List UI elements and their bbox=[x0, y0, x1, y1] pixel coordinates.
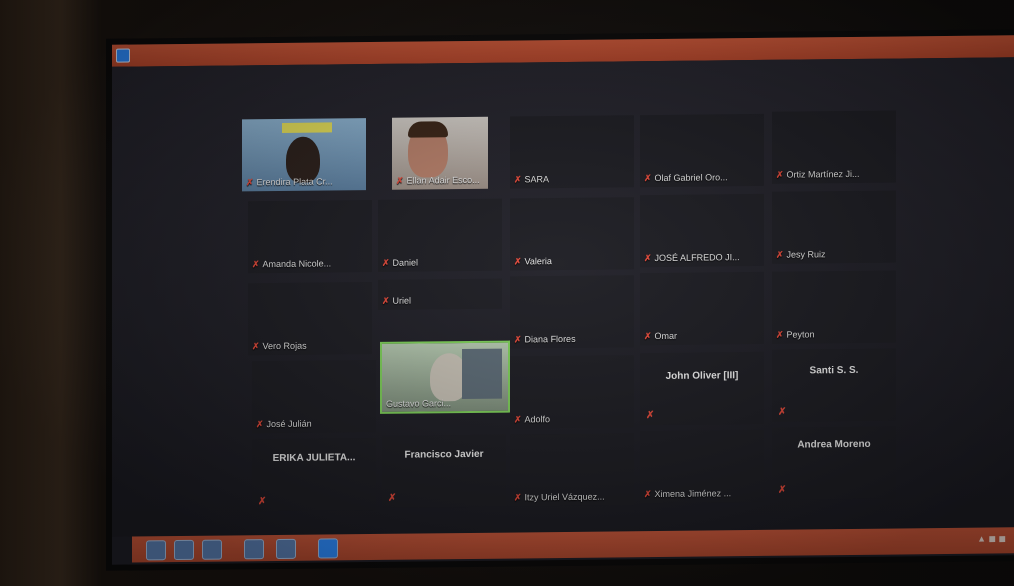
participant-tile[interactable]: ✗ Jesy Ruiz bbox=[772, 190, 896, 264]
participant-tile[interactable]: Santi S. S. ✗ bbox=[772, 348, 896, 422]
taskbar-app-icon[interactable] bbox=[276, 538, 296, 560]
mic-muted-icon: ✗ bbox=[514, 492, 522, 503]
mic-muted-icon: ✗ bbox=[252, 341, 260, 352]
taskbar-app-icon[interactable] bbox=[202, 539, 222, 560]
mic-muted-icon: ✗ bbox=[514, 414, 522, 425]
participant-name: Gustavo Garci... bbox=[386, 398, 452, 409]
participant-name: ✗ José Julián bbox=[256, 418, 312, 430]
mic-muted-icon: ✗ bbox=[514, 174, 522, 185]
participant-tile[interactable]: ✗ Olaf Gabriel Oro... bbox=[640, 113, 764, 188]
participant-name: ✗ Omar bbox=[644, 330, 678, 342]
mic-muted-icon: ✗ bbox=[778, 484, 787, 496]
mic-muted-icon: ✗ bbox=[776, 249, 784, 260]
mic-muted-icon: ✗ bbox=[514, 334, 522, 345]
taskbar-app-icon[interactable] bbox=[244, 539, 264, 560]
mic-muted-icon: ✗ bbox=[776, 329, 784, 340]
participant-name: ✗ Jesy Ruiz bbox=[776, 249, 826, 260]
participant-tile[interactable]: ✗ Amanda Nicole... bbox=[248, 200, 372, 274]
hair bbox=[408, 121, 448, 138]
participant-tile[interactable]: ✗ Peyton bbox=[772, 270, 896, 344]
participant-name: ✗ Ximena Jiménez ... bbox=[644, 488, 732, 500]
participant-name: John Oliver [III] bbox=[665, 370, 739, 382]
mic-muted-icon: ✗ bbox=[644, 173, 652, 184]
participant-tile[interactable]: ✗ Ortiz Martínez Ji... bbox=[772, 110, 896, 184]
participant-tile[interactable]: ✗ Vero Rojas bbox=[248, 282, 372, 356]
background-object bbox=[462, 348, 502, 400]
participant-tile[interactable]: Andrea Moreno ✗ bbox=[772, 426, 896, 500]
mic-muted-icon: ✗ bbox=[778, 406, 787, 418]
participant-name: ✗ Uriel bbox=[382, 295, 412, 306]
system-tray[interactable]: ▲ ◼ ◼ bbox=[977, 533, 1006, 544]
participant-name: ✗ Erendira Plata Cr... bbox=[246, 176, 333, 188]
participant-name: Francisco Javier bbox=[404, 448, 484, 461]
mic-muted-icon: ✗ bbox=[246, 177, 254, 188]
participant-name: ✗ Amanda Nicole... bbox=[252, 258, 332, 270]
participant-tile[interactable]: ✗ Valeria bbox=[510, 197, 634, 271]
mic-muted-icon: ✗ bbox=[382, 295, 390, 306]
mic-muted-icon: ✗ bbox=[644, 489, 652, 500]
participant-tile[interactable]: ✗ José Julián bbox=[252, 359, 376, 434]
mic-muted-icon: ✗ bbox=[388, 492, 397, 504]
participant-tile[interactable]: ✗ Adolfo bbox=[510, 355, 634, 429]
participant-name: ✗ Ortiz Martínez Ji... bbox=[776, 168, 860, 180]
participant-name: ✗ Daniel bbox=[382, 257, 419, 268]
participant-tile[interactable]: ✗ Itzy Uriel Vázquez... bbox=[510, 433, 634, 507]
video-tile[interactable]: ✗ Ellan Adair Esco... bbox=[392, 116, 488, 190]
participant-tile[interactable]: ERIKA JULIETA... ✗ bbox=[252, 437, 376, 512]
mic-muted-icon: ✗ bbox=[252, 259, 260, 270]
mic-muted-icon: ✗ bbox=[776, 169, 784, 180]
active-speaker-tile[interactable]: Gustavo Garci... bbox=[380, 340, 510, 414]
mic-muted-icon: ✗ bbox=[396, 175, 404, 186]
participant-tile[interactable]: ✗ Daniel bbox=[378, 198, 502, 272]
participant-name: ERIKA JULIETA... bbox=[272, 452, 356, 465]
zoom-taskbar-icon[interactable] bbox=[318, 538, 338, 559]
participant-name: ✗ JOSÉ ALFREDO JI... bbox=[644, 252, 740, 264]
participant-tile[interactable]: Francisco Javier ✗ bbox=[382, 434, 506, 508]
participant-name: ✗ Valeria bbox=[514, 256, 552, 267]
participant-name: Andrea Moreno bbox=[797, 438, 871, 451]
start-button-icon[interactable] bbox=[146, 540, 166, 561]
participant-name: ✗ Olaf Gabriel Oro... bbox=[644, 172, 728, 184]
participant-tile[interactable]: ✗ SARA bbox=[510, 115, 634, 189]
participant-tile[interactable]: ✗ JOSÉ ALFREDO JI... bbox=[640, 193, 764, 268]
video-tile[interactable]: ✗ Erendira Plata Cr... bbox=[242, 118, 366, 192]
mic-muted-icon: ✗ bbox=[256, 419, 264, 430]
mic-muted-icon: ✗ bbox=[644, 253, 652, 264]
mic-muted-icon: ✗ bbox=[646, 410, 655, 422]
background-banner bbox=[282, 122, 332, 133]
participant-tile[interactable]: ✗ Diana Flores bbox=[510, 275, 634, 349]
zoom-icon bbox=[116, 48, 130, 63]
mic-muted-icon: ✗ bbox=[644, 331, 652, 342]
participant-name: ✗ Ellan Adair Esco... bbox=[396, 174, 480, 186]
participant-tile[interactable]: ✗ Ximena Jiménez ... bbox=[640, 429, 764, 504]
monitor-screen: ✗ Erendira Plata Cr... ✗ Ellan Adair Esco.… bbox=[112, 35, 1014, 565]
participant-tile[interactable]: ✗ Uriel bbox=[378, 278, 502, 310]
participant-tile[interactable]: ✗ Omar bbox=[640, 271, 764, 346]
participant-name: ✗ Diana Flores bbox=[514, 333, 576, 345]
participant-tile[interactable]: John Oliver [III] ✗ bbox=[640, 351, 764, 426]
mic-muted-icon: ✗ bbox=[514, 256, 522, 267]
participant-name: ✗ Itzy Uriel Vázquez... bbox=[514, 491, 605, 503]
mic-muted-icon: ✗ bbox=[258, 496, 267, 508]
participant-name: ✗ Peyton bbox=[776, 329, 815, 340]
participant-name: Santi S. S. bbox=[809, 364, 859, 377]
participant-name: ✗ SARA bbox=[514, 174, 550, 185]
gallery-view: ✗ Erendira Plata Cr... ✗ Ellan Adair Esco.… bbox=[112, 57, 1014, 537]
taskbar-app-icon[interactable] bbox=[174, 539, 194, 561]
participant-name: ✗ Adolfo bbox=[514, 414, 551, 425]
mic-muted-icon: ✗ bbox=[382, 257, 390, 268]
participant-name: ✗ Vero Rojas bbox=[252, 340, 307, 352]
